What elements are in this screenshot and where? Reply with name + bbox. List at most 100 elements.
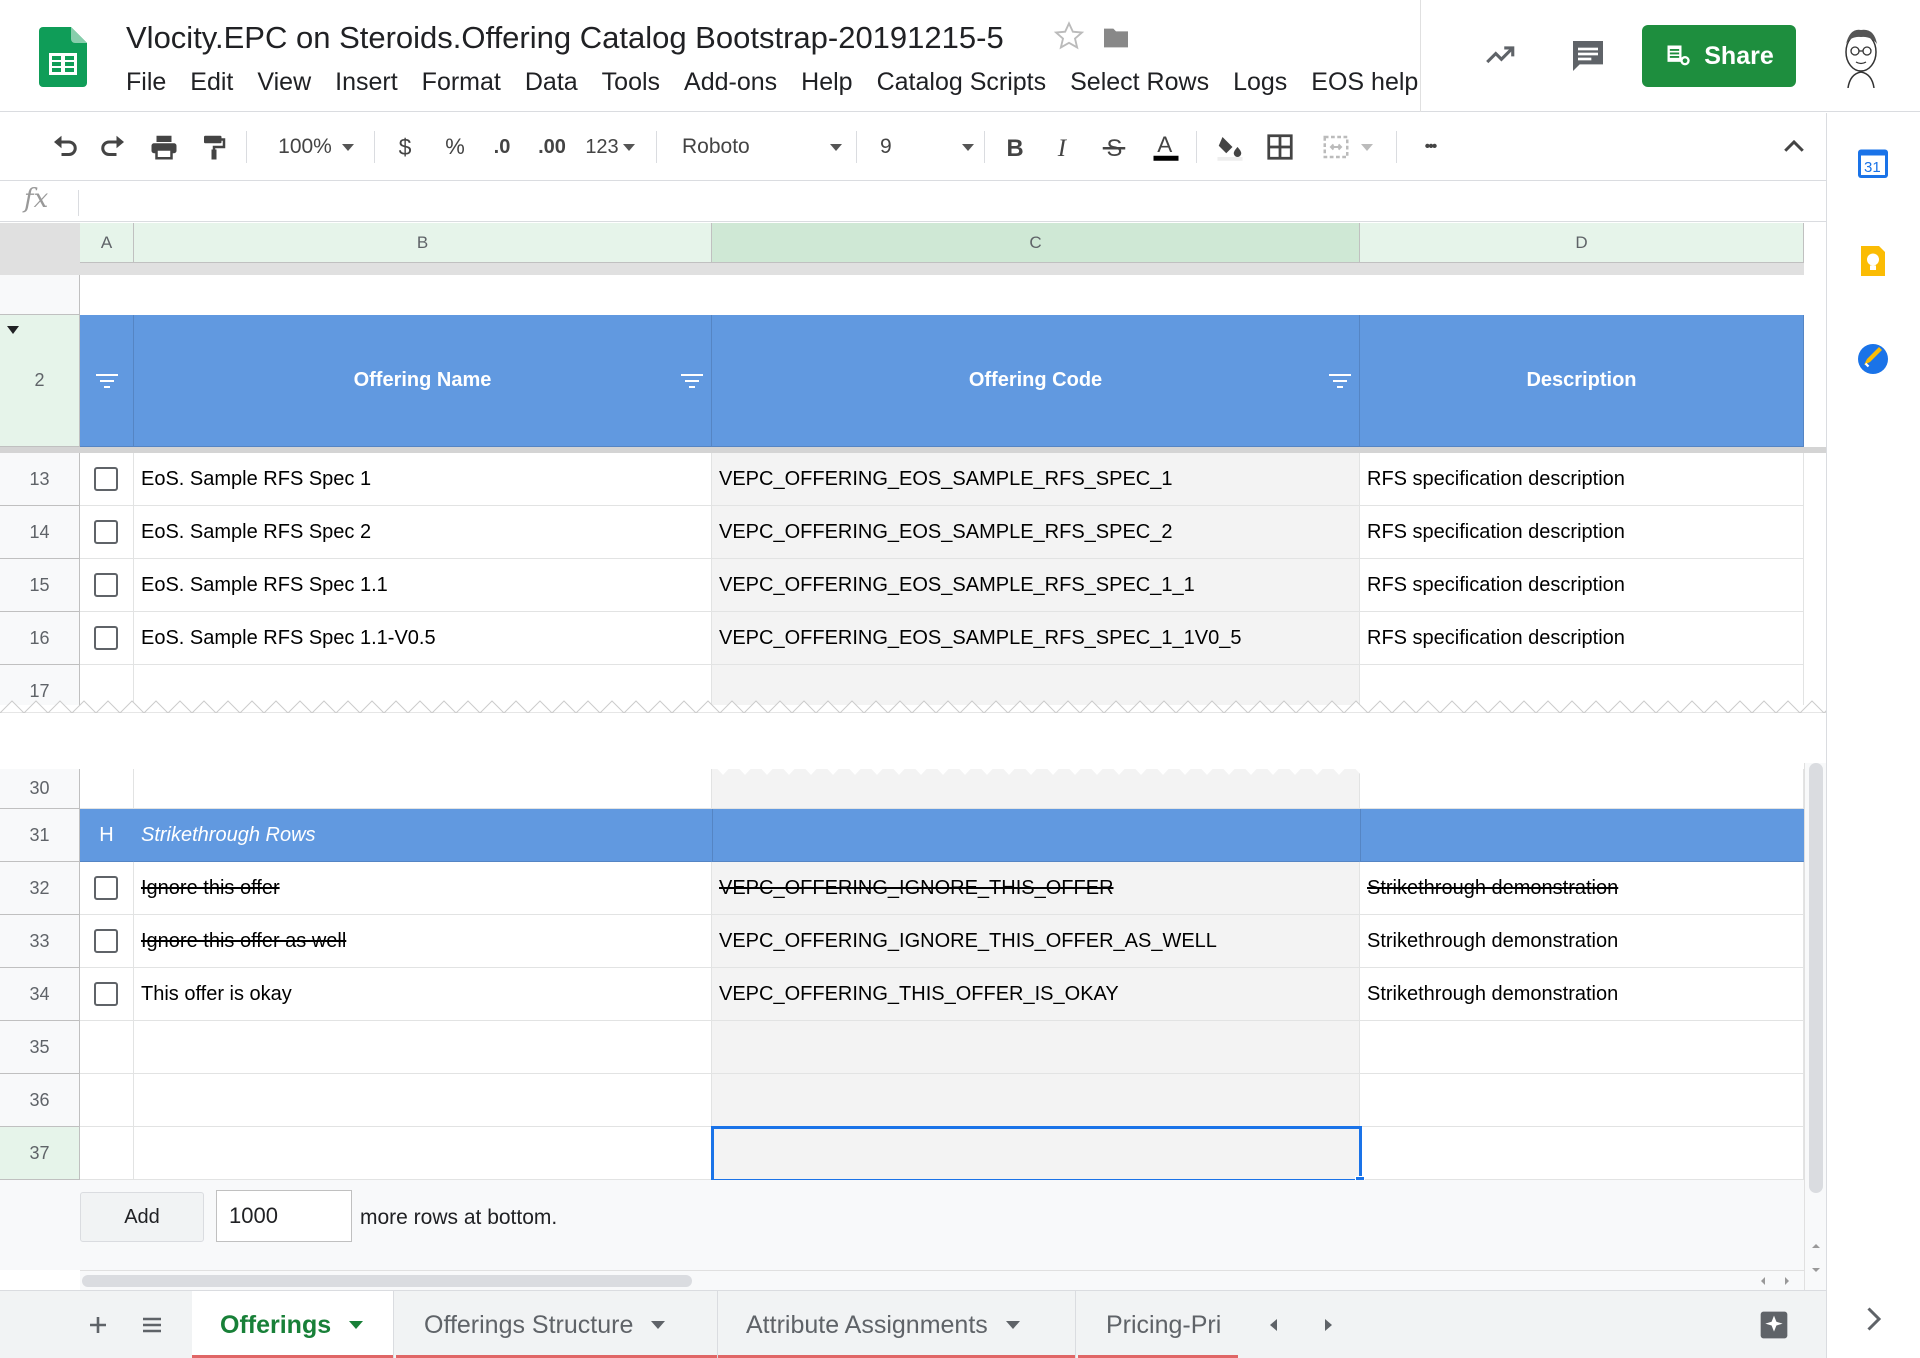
description-cell[interactable]: Strikethrough demonstration: [1360, 862, 1804, 915]
checkbox-cell[interactable]: [80, 506, 134, 559]
document-title[interactable]: Vlocity.EPC on Steroids.Offering Catalog…: [126, 20, 1004, 56]
description-cell[interactable]: Strikethrough demonstration: [1360, 915, 1804, 968]
filter-icon[interactable]: [680, 372, 704, 390]
row-checkbox[interactable]: [94, 573, 118, 597]
column-header-d[interactable]: D: [1360, 223, 1804, 263]
checkbox-cell[interactable]: [80, 862, 134, 915]
row-header[interactable]: 30: [0, 769, 80, 809]
scroll-up-icon[interactable]: [1809, 1239, 1823, 1253]
menu-select-rows[interactable]: Select Rows: [1058, 66, 1221, 102]
comment-icon[interactable]: [1568, 36, 1608, 76]
row-header-2[interactable]: 2: [0, 315, 80, 447]
offering-code-cell[interactable]: [712, 1021, 1360, 1074]
offering-name-cell[interactable]: [134, 1127, 712, 1180]
formula-bar[interactable]: fx: [0, 182, 1826, 222]
offering-code-cell[interactable]: VEPC_OFFERING_IGNORE_THIS_OFFER: [712, 862, 1360, 915]
offering-code-cell[interactable]: VEPC_OFFERING_EOS_SAMPLE_RFS_SPEC_1_1V0_…: [712, 612, 1360, 665]
print-icon[interactable]: [144, 127, 184, 167]
header-cell-offering-name[interactable]: Offering Name: [134, 315, 712, 447]
offering-name-cell[interactable]: EoS. Sample RFS Spec 1: [134, 453, 712, 506]
column-header-b[interactable]: B: [134, 223, 712, 263]
rows-count-input[interactable]: 1000: [216, 1190, 352, 1242]
filter-icon[interactable]: [1328, 372, 1352, 390]
collapse-toolbar-icon[interactable]: [1776, 127, 1812, 167]
checkbox-cell[interactable]: [80, 453, 134, 506]
description-cell[interactable]: RFS specification description: [1360, 559, 1804, 612]
offering-name-cell[interactable]: [134, 769, 712, 809]
group-toggle-icon[interactable]: [6, 325, 20, 335]
horizontal-scrollbar[interactable]: [80, 1270, 1804, 1290]
column-header-a[interactable]: A: [80, 223, 134, 263]
share-button[interactable]: Share: [1642, 25, 1796, 87]
row-header[interactable]: 34: [0, 968, 80, 1021]
row-header[interactable]: 16: [0, 612, 80, 665]
add-sheet-icon[interactable]: [82, 1309, 114, 1341]
add-rows-button[interactable]: Add: [80, 1192, 204, 1242]
offering-code-cell[interactable]: VEPC_OFFERING_EOS_SAMPLE_RFS_SPEC_1_1: [712, 559, 1360, 612]
menu-logs[interactable]: Logs: [1221, 66, 1299, 102]
star-icon[interactable]: [1053, 20, 1085, 52]
font-select[interactable]: Roboto: [672, 127, 842, 167]
checkbox-cell[interactable]: [80, 612, 134, 665]
scroll-right-icon[interactable]: [1780, 1274, 1794, 1288]
menu-data[interactable]: Data: [513, 66, 590, 102]
checkbox-cell[interactable]: [80, 968, 134, 1021]
strikethrough-icon[interactable]: S: [1096, 127, 1132, 167]
zoom-select[interactable]: 100%: [266, 127, 366, 167]
scroll-left-icon[interactable]: [1756, 1274, 1770, 1288]
row-header[interactable]: 31: [0, 809, 80, 862]
row-checkbox[interactable]: [94, 929, 118, 953]
select-all-corner[interactable]: [0, 275, 80, 315]
row-header[interactable]: 33: [0, 915, 80, 968]
trending-up-icon[interactable]: [1480, 38, 1520, 72]
row-header[interactable]: 13: [0, 453, 80, 506]
chevron-down-icon[interactable]: [1005, 1321, 1020, 1329]
sheet-tab-pricing[interactable]: Pricing-Pri: [1078, 1291, 1238, 1358]
row-header[interactable]: 32: [0, 862, 80, 915]
bold-icon[interactable]: B: [996, 127, 1032, 167]
currency-format-button[interactable]: $: [390, 127, 420, 167]
row-checkbox[interactable]: [94, 876, 118, 900]
fill-color-icon[interactable]: [1210, 127, 1250, 167]
undo-icon[interactable]: [44, 127, 84, 167]
offering-name-cell[interactable]: Ignore this offer: [134, 862, 712, 915]
percent-format-button[interactable]: %: [440, 127, 470, 167]
menu-eos-help[interactable]: EOS help: [1299, 66, 1430, 102]
checkbox-cell[interactable]: [80, 1021, 134, 1074]
checkbox-cell[interactable]: [80, 559, 134, 612]
offering-name-cell[interactable]: EoS. Sample RFS Spec 1.1-V0.5: [134, 612, 712, 665]
checkbox-cell[interactable]: [80, 1074, 134, 1127]
italic-icon[interactable]: I: [1046, 127, 1082, 167]
offering-name-cell[interactable]: [134, 1021, 712, 1074]
keep-icon[interactable]: [1855, 243, 1891, 279]
row-header[interactable]: 14: [0, 506, 80, 559]
description-cell[interactable]: [1360, 769, 1804, 809]
sheets-logo-icon[interactable]: [39, 27, 87, 87]
menu-catalog-scripts[interactable]: Catalog Scripts: [865, 66, 1059, 102]
horizontal-scroll-thumb[interactable]: [82, 1275, 692, 1287]
row-header[interactable]: 35: [0, 1021, 80, 1074]
chevron-down-icon[interactable]: [349, 1321, 364, 1329]
chevron-down-icon[interactable]: [651, 1321, 666, 1329]
offering-code-cell[interactable]: [712, 1074, 1360, 1127]
redo-icon[interactable]: [94, 127, 134, 167]
sheet-tab-attribute-assignments[interactable]: Attribute Assignments: [718, 1291, 1076, 1358]
description-cell[interactable]: RFS specification description: [1360, 506, 1804, 559]
all-sheets-icon[interactable]: [136, 1309, 168, 1341]
increase-decimal-button[interactable]: .00: [532, 127, 572, 167]
chevron-right-icon[interactable]: [1855, 1301, 1891, 1337]
checkbox-cell[interactable]: [80, 915, 134, 968]
description-cell[interactable]: RFS specification description: [1360, 453, 1804, 506]
filter-icon[interactable]: [95, 372, 119, 390]
scroll-tabs-left-icon[interactable]: [1258, 1309, 1290, 1341]
decrease-decimal-button[interactable]: .0: [484, 127, 520, 167]
more-tools-icon[interactable]: •••: [1410, 127, 1450, 167]
description-cell[interactable]: [1360, 1074, 1804, 1127]
header-cell-description[interactable]: Description: [1360, 315, 1804, 447]
description-cell[interactable]: Strikethrough demonstration: [1360, 968, 1804, 1021]
scroll-down-icon[interactable]: [1809, 1263, 1823, 1277]
avatar[interactable]: [1836, 22, 1886, 88]
header-cell-a[interactable]: [80, 315, 134, 447]
explore-icon[interactable]: [1756, 1307, 1792, 1343]
section-title-cell[interactable]: Strikethrough Rows: [134, 809, 712, 862]
